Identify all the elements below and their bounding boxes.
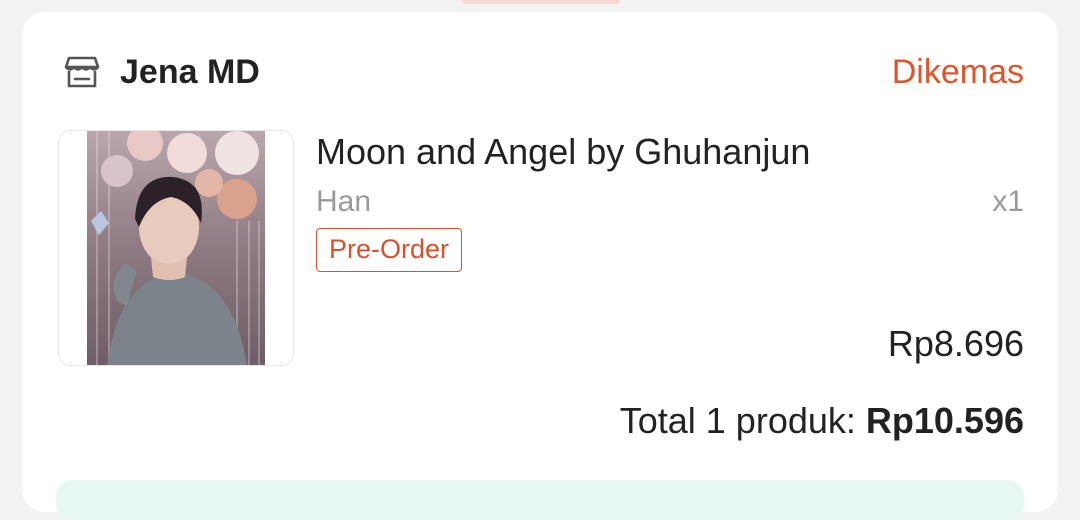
shop-header[interactable]: Jena MD Dikemas bbox=[62, 52, 1024, 92]
store-icon bbox=[62, 55, 102, 89]
product-title[interactable]: Moon and Angel by Ghuhanjun bbox=[316, 130, 810, 174]
order-card[interactable]: Jena MD Dikemas Moon and Angel by Ghuhan… bbox=[22, 12, 1058, 520]
product-price: Rp8.696 bbox=[887, 323, 1024, 364]
pre-order-badge: Pre-Order bbox=[316, 228, 463, 272]
order-total: Total 1 produk: Rp10.596 bbox=[620, 399, 1024, 443]
total-label: Total 1 produk: bbox=[619, 400, 866, 441]
product-image[interactable] bbox=[58, 130, 294, 366]
product-variant: Han bbox=[316, 185, 372, 218]
product-quantity: x1 bbox=[992, 185, 1024, 218]
shipping-info-banner[interactable] bbox=[56, 480, 1024, 520]
tab-indicator bbox=[462, 0, 620, 4]
shop-name[interactable]: Jena MD bbox=[120, 52, 260, 92]
order-status: Dikemas bbox=[891, 53, 1024, 91]
total-amount: Rp10.596 bbox=[865, 400, 1024, 441]
